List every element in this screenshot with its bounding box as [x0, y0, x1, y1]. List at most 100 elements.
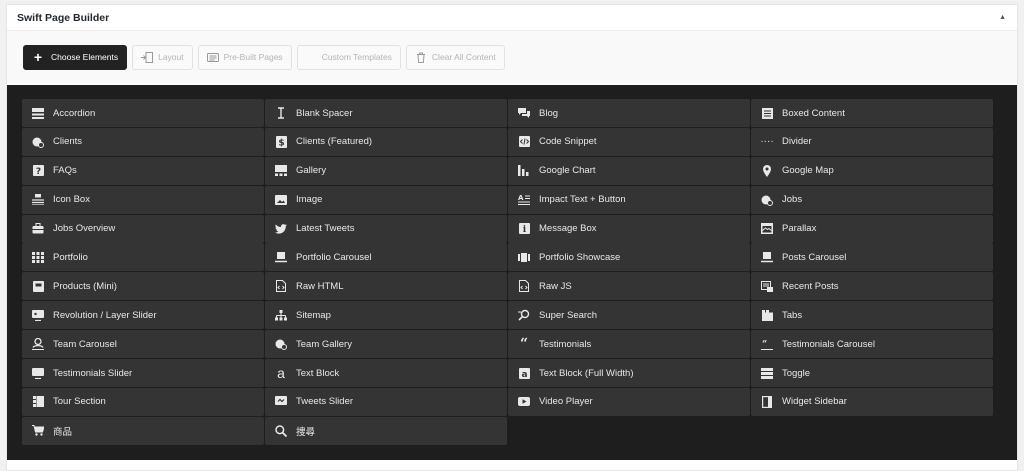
element-revolution-layer-slider[interactable]: Revolution / Layer Slider [22, 301, 264, 330]
element-recent-posts[interactable]: Recent Posts [751, 272, 993, 301]
element-label: Message Box [539, 223, 597, 235]
sitemap-icon [275, 309, 287, 321]
element-portfolio[interactable]: Portfolio [22, 243, 264, 272]
testimonials-slider-icon [32, 367, 44, 379]
element-label: Code Snippet [539, 136, 597, 148]
element-label: Google Chart [539, 165, 596, 177]
element-label: Icon Box [53, 194, 90, 206]
panel-header: Swift Page Builder ▲ [7, 5, 1017, 31]
element-clients-featured[interactable]: $ Clients (Featured) [265, 127, 507, 156]
element-icon-box[interactable]: Icon Box [22, 185, 264, 214]
element-label: Latest Tweets [296, 223, 355, 235]
pre-built-pages-label: Pre-Built Pages [223, 52, 283, 62]
element-parallax[interactable]: Parallax [751, 214, 993, 243]
element-raw-js[interactable]: Raw JS [508, 272, 750, 301]
element-boxed-content[interactable]: Boxed Content [751, 99, 993, 127]
svg-text:i: i [522, 225, 526, 234]
trash-icon [415, 51, 427, 63]
element-label: Tabs [782, 309, 803, 321]
element-image[interactable]: Image [265, 185, 507, 214]
grid-icon [32, 251, 44, 263]
page-builder-panel: Swift Page Builder ▲ + Choose Elements L… [6, 4, 1018, 471]
custom-templates-button[interactable]: Custom Templates [296, 44, 401, 70]
element-accordion[interactable]: Accordion [22, 99, 264, 127]
portfolio-carousel-icon [275, 251, 287, 263]
triangle-up-icon[interactable]: ▲ [999, 14, 1006, 21]
element-clients[interactable]: Clients [22, 127, 264, 156]
element-divider[interactable]: ···· Divider [751, 127, 993, 156]
cart-icon [32, 425, 44, 437]
element-blank-spacer[interactable]: Blank Spacer [265, 99, 507, 127]
element-google-chart[interactable]: Google Chart [508, 156, 750, 185]
recent-posts-icon [761, 280, 773, 292]
element-label: Blog [539, 107, 559, 119]
element-tweets-slider[interactable]: Tweets Slider [265, 387, 507, 416]
element-sitemap[interactable]: Sitemap [265, 301, 507, 330]
element-label: Portfolio Carousel [296, 251, 372, 263]
element-label: Super Search [539, 309, 598, 321]
element-testimonials[interactable]: “ Testimonials [508, 330, 750, 359]
clear-all-content-button[interactable]: Clear All Content [405, 44, 505, 70]
element-products[interactable]: 商品 [22, 416, 264, 445]
element-label: Divider [782, 136, 812, 148]
element-label: Gallery [296, 165, 327, 177]
element-search[interactable]: 捜尋 [265, 416, 507, 445]
element-label: Impact Text + Button [539, 194, 626, 206]
element-team-carousel[interactable]: Team Carousel [22, 330, 264, 359]
element-tour-section[interactable]: Tour Section [22, 387, 264, 416]
element-team-gallery[interactable]: Team Gallery [265, 330, 507, 359]
element-message-box[interactable]: i Message Box [508, 214, 750, 243]
pre-built-pages-button[interactable]: Pre-Built Pages [197, 44, 292, 70]
element-label: Testimonials [539, 338, 592, 350]
element-text-block[interactable]: a Text Block [265, 359, 507, 388]
image-icon [275, 194, 287, 206]
element-label: Google Map [782, 165, 834, 177]
plus-icon: + [33, 49, 43, 65]
bar-chart-icon [518, 165, 530, 177]
element-faqs[interactable]: ? FAQs [22, 156, 264, 185]
element-testimonials-carousel[interactable]: “ Testimonials Carousel [751, 330, 993, 359]
text-a-boxed-icon: a [518, 367, 530, 379]
icon-box-icon [32, 194, 44, 206]
element-text-block-full-width[interactable]: a Text Block (Full Width) [508, 359, 750, 388]
custom-templates-label: Custom Templates [321, 52, 392, 62]
element-google-map[interactable]: Google Map [751, 156, 993, 185]
chat-bubbles-icon [518, 107, 530, 119]
element-label: Image [296, 194, 323, 206]
testimonials-carousel-icon: “ [761, 338, 773, 350]
element-jobs[interactable]: Jobs [751, 185, 993, 214]
element-label: Raw HTML [296, 280, 344, 292]
layout-button[interactable]: Layout [132, 44, 193, 70]
product-icon [32, 280, 44, 292]
element-toggle[interactable]: Toggle [751, 359, 993, 388]
element-label: Jobs [782, 194, 803, 206]
info-icon: i [518, 223, 530, 235]
element-widget-sidebar[interactable]: Widget Sidebar [751, 387, 993, 416]
element-label: Boxed Content [782, 107, 845, 119]
element-label: Testimonials Slider [53, 367, 133, 379]
element-portfolio-showcase[interactable]: Portfolio Showcase [508, 243, 750, 272]
element-jobs-overview[interactable]: Jobs Overview [22, 214, 264, 243]
quote-icon: “ [519, 336, 529, 353]
element-super-search[interactable]: Super Search [508, 301, 750, 330]
element-testimonials-slider[interactable]: Testimonials Slider [22, 359, 264, 388]
element-raw-html[interactable]: Raw HTML [265, 272, 507, 301]
element-tabs[interactable]: Tabs [751, 301, 993, 330]
element-gallery[interactable]: Gallery [265, 156, 507, 185]
element-label: Tour Section [53, 396, 106, 408]
choose-elements-button[interactable]: + Choose Elements [23, 44, 128, 70]
elements-grid: Accordion Blank Spacer Blog Boxed Conten… [22, 99, 1017, 445]
question-icon: ? [32, 165, 44, 177]
element-impact-text-button[interactable]: A Impact Text + Button [508, 185, 750, 214]
element-label: Blank Spacer [296, 107, 353, 119]
element-latest-tweets[interactable]: Latest Tweets [265, 214, 507, 243]
element-label: Portfolio Showcase [539, 251, 621, 263]
element-label: Accordion [53, 107, 96, 119]
element-video-player[interactable]: Video Player [508, 387, 750, 416]
element-posts-carousel[interactable]: Posts Carousel [751, 243, 993, 272]
element-code-snippet[interactable]: Code Snippet [508, 127, 750, 156]
element-blog[interactable]: Blog [508, 99, 750, 127]
element-portfolio-carousel[interactable]: Portfolio Carousel [265, 243, 507, 272]
element-label: Posts Carousel [782, 251, 847, 263]
element-products-mini[interactable]: Products (Mini) [22, 272, 264, 301]
